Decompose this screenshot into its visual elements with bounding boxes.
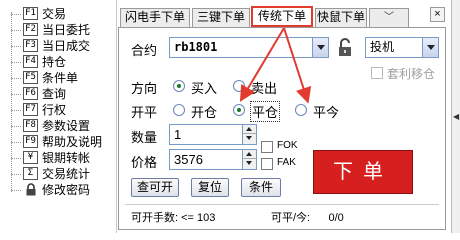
shortcut-key-icon: ¥ <box>23 151 38 164</box>
shortcut-key-icon: Σ <box>23 167 38 180</box>
tree-item-label: 交易 <box>42 7 67 21</box>
unlock-icon[interactable] <box>337 38 353 58</box>
decrement-icon[interactable] <box>243 159 256 168</box>
tree-item-label: 当日委托 <box>42 23 91 37</box>
tree-item-11[interactable]: Σ 交易统计 <box>4 166 90 181</box>
tree-item-1[interactable]: F1 交易 <box>4 6 66 21</box>
price-label: 价格 <box>131 155 158 170</box>
shortcut-key-icon: F3 <box>23 39 38 52</box>
tree-item-12[interactable]: 修改密码 <box>4 182 90 197</box>
tab-more-button[interactable]: ﹀ <box>369 8 409 27</box>
check-openable-button[interactable]: 查可开 <box>131 178 179 197</box>
open-radio[interactable] <box>173 104 185 116</box>
tree-item-10[interactable]: ¥ 银期转帐 <box>4 150 90 165</box>
fak-label: FAK <box>277 157 296 168</box>
tree-item-label: 帮助及说明 <box>42 135 103 149</box>
tree-item-label: 交易统计 <box>42 167 91 181</box>
divider <box>125 204 439 205</box>
chevron-left-icon[interactable]: ◀ <box>453 112 459 121</box>
tree-item-2[interactable]: F2 当日委托 <box>4 22 90 37</box>
arbitrage-label: 套利移仓 <box>387 67 436 81</box>
close-today-label: 平今 <box>313 105 340 120</box>
openable-qty-status: 可开手数: <= 103 <box>131 212 216 224</box>
quantity-label: 数量 <box>131 130 158 145</box>
fak-checkbox[interactable] <box>261 158 273 170</box>
double-chevron-down-icon: ﹀ <box>384 12 394 23</box>
place-order-button[interactable]: 下单 <box>313 150 413 194</box>
tree-item-3[interactable]: F3 当日成交 <box>4 38 90 53</box>
price-value: 3576 <box>174 152 203 167</box>
quantity-spin-buttons[interactable] <box>242 125 256 144</box>
chevron-down-icon[interactable] <box>312 38 328 57</box>
closable-qty-status: 可平/今: 0/0 <box>271 212 344 224</box>
traditional-order-panel: 合约 rb1801 投机 套利移仓 方向 买入 卖出 开平 开仓 平仓 平今 数… <box>118 27 446 230</box>
close-button[interactable]: × <box>430 7 445 22</box>
decrement-icon[interactable] <box>243 134 256 143</box>
tree-item-label: 条件单 <box>42 71 79 85</box>
tree-item-9[interactable]: F9 帮助及说明 <box>4 134 102 149</box>
tree-item-4[interactable]: F4 持仓 <box>4 54 66 69</box>
hedge-type-value: 投机 <box>370 40 395 54</box>
price-spin-buttons[interactable] <box>242 150 256 169</box>
tree-item-label: 参数设置 <box>42 119 91 133</box>
function-tree: F1 交易 F2 当日委托 F3 当日成交 F4 持仓 F5 条件单 F6 查询 F7 行权 F8 参数设置 F… <box>0 0 117 233</box>
close-today-radio[interactable] <box>295 104 307 116</box>
lock-icon <box>23 183 38 196</box>
quantity-stepper[interactable]: 1 <box>169 124 257 145</box>
tree-item-6[interactable]: F6 查询 <box>4 86 66 101</box>
offset-label: 开平 <box>131 105 158 120</box>
arbitrage-checkbox[interactable] <box>371 67 383 79</box>
side-collapse-strip[interactable]: ◀ <box>451 0 460 233</box>
chevron-down-icon[interactable] <box>422 38 438 57</box>
tree-item-label: 查询 <box>42 87 67 101</box>
direction-label: 方向 <box>131 81 158 96</box>
contract-select[interactable]: rb1801 <box>169 37 329 58</box>
tab-three-key-order[interactable]: 三键下单 <box>192 8 250 27</box>
shortcut-key-icon: F4 <box>23 55 38 68</box>
tab-lightning-order[interactable]: 闪电手下单 <box>120 8 190 27</box>
buy-label: 买入 <box>191 81 218 96</box>
open-label: 开仓 <box>191 105 218 120</box>
tree-item-label: 银期转帐 <box>42 151 91 165</box>
tree-item-label: 修改密码 <box>42 183 91 197</box>
increment-icon[interactable] <box>243 125 256 134</box>
tree-item-label: 当日成交 <box>42 39 91 53</box>
shortcut-key-icon: F5 <box>23 71 38 84</box>
increment-icon[interactable] <box>243 150 256 159</box>
hedge-type-select[interactable]: 投机 <box>365 37 439 58</box>
shortcut-key-icon: F7 <box>23 103 38 116</box>
shortcut-key-icon: F9 <box>23 135 38 148</box>
tree-item-label: 持仓 <box>42 55 67 69</box>
tree-item-5[interactable]: F5 条件单 <box>4 70 78 85</box>
buy-radio[interactable] <box>173 80 185 92</box>
shortcut-key-icon: F6 <box>23 87 38 100</box>
tab-traditional-order[interactable]: 传统下单 <box>251 6 313 27</box>
shortcut-key-icon: F8 <box>23 119 38 132</box>
close-position-radio[interactable] <box>233 104 245 116</box>
tree-item-8[interactable]: F8 参数设置 <box>4 118 90 133</box>
sell-label: 卖出 <box>251 81 278 96</box>
shortcut-key-icon: F1 <box>23 7 38 20</box>
quantity-value: 1 <box>174 127 182 142</box>
contract-label: 合约 <box>131 43 158 58</box>
fok-label: FOK <box>277 140 298 151</box>
condition-button[interactable]: 条件 <box>241 178 281 197</box>
contract-value: rb1801 <box>174 40 218 54</box>
reset-button[interactable]: 复位 <box>191 178 229 197</box>
tab-quick-mouse-order[interactable]: 快鼠下单 <box>315 8 367 27</box>
shortcut-key-icon: F2 <box>23 23 38 36</box>
sell-radio[interactable] <box>233 80 245 92</box>
price-stepper[interactable]: 3576 <box>169 149 257 170</box>
tree-item-7[interactable]: F7 行权 <box>4 102 66 117</box>
close-position-label: 平仓 <box>250 101 281 122</box>
fok-checkbox[interactable] <box>261 141 273 153</box>
tree-item-label: 行权 <box>42 103 67 117</box>
